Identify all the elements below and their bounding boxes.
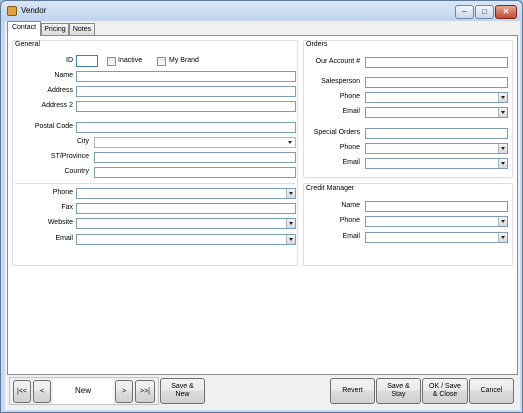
chevron-down-icon[interactable] bbox=[498, 217, 507, 226]
st-province-field[interactable] bbox=[94, 152, 296, 163]
orders-group-title: Orders bbox=[306, 41, 328, 48]
chevron-down-icon[interactable] bbox=[498, 159, 507, 168]
app-icon bbox=[7, 6, 17, 16]
credit-name-field[interactable] bbox=[365, 201, 508, 212]
special-phone-label: Phone bbox=[339, 144, 360, 151]
address-label: Address bbox=[47, 87, 73, 94]
first-record-button[interactable]: |<< bbox=[13, 380, 31, 403]
id-label: ID bbox=[66, 57, 73, 64]
general-divider bbox=[15, 183, 295, 184]
cancel-button[interactable]: Cancel bbox=[469, 378, 514, 404]
address-field[interactable] bbox=[76, 86, 296, 97]
st-province-label: ST/Province bbox=[50, 153, 89, 160]
chevron-down-icon[interactable] bbox=[498, 233, 507, 242]
chevron-down-icon[interactable] bbox=[498, 144, 507, 153]
my-brand-checkbox[interactable] bbox=[157, 57, 166, 66]
special-orders-field[interactable] bbox=[365, 128, 508, 139]
save-stay-button[interactable]: Save & Stay bbox=[376, 378, 421, 404]
tab-pricing[interactable]: Pricing bbox=[41, 23, 69, 35]
credit-email-label: Email bbox=[342, 233, 360, 240]
website-label: Website bbox=[47, 219, 73, 226]
salesperson-label: Salesperson bbox=[321, 78, 360, 85]
postal-code-label: Postal Code bbox=[34, 123, 73, 130]
special-email-combo[interactable] bbox=[365, 158, 508, 169]
address2-label: Address 2 bbox=[41, 102, 73, 109]
name-label: Name bbox=[54, 72, 73, 79]
window-client: Contact Pricing Notes General ID Inactiv… bbox=[5, 21, 520, 410]
chevron-down-icon[interactable] bbox=[286, 235, 295, 244]
city-combo[interactable] bbox=[94, 137, 296, 148]
address2-field[interactable] bbox=[76, 101, 296, 112]
our-account-field[interactable] bbox=[365, 57, 508, 68]
phone-combo[interactable] bbox=[76, 188, 296, 199]
special-orders-label: Special Orders bbox=[313, 129, 360, 136]
next-record-button[interactable]: > bbox=[115, 380, 133, 403]
country-field[interactable] bbox=[94, 167, 296, 178]
postal-code-field[interactable] bbox=[76, 122, 296, 133]
orders-group: Orders Our Account # Salesperson Phone E… bbox=[303, 40, 513, 178]
country-label: Country bbox=[64, 168, 89, 175]
maximize-button[interactable]: □ bbox=[475, 5, 494, 19]
our-account-label: Our Account # bbox=[315, 58, 360, 65]
inactive-checkbox[interactable] bbox=[107, 57, 116, 66]
last-record-button[interactable]: >>| bbox=[135, 380, 155, 403]
chevron-down-icon[interactable] bbox=[286, 189, 295, 198]
email-label: Email bbox=[55, 235, 73, 242]
general-group: General ID Inactive My Brand Name Addres… bbox=[12, 40, 298, 266]
window-title: Vendor bbox=[21, 6, 47, 15]
minimize-button[interactable]: – bbox=[455, 5, 474, 19]
email-combo[interactable] bbox=[76, 234, 296, 245]
phone-label: Phone bbox=[52, 189, 73, 196]
prev-record-button[interactable]: < bbox=[33, 380, 51, 403]
my-brand-label: My Brand bbox=[169, 57, 199, 64]
id-field[interactable] bbox=[76, 55, 98, 67]
record-navigator: |<< < New > >>| bbox=[9, 377, 159, 405]
city-label: City bbox=[76, 138, 89, 145]
tab-notes[interactable]: Notes bbox=[69, 23, 95, 35]
inactive-label: Inactive bbox=[118, 57, 143, 64]
title-bar[interactable]: Vendor – □ ✕ bbox=[1, 1, 522, 21]
contact-panel: General ID Inactive My Brand Name Addres… bbox=[7, 35, 518, 375]
orders-phone-combo[interactable] bbox=[365, 92, 508, 103]
credit-manager-group: Credit Manager Name Phone Email bbox=[303, 183, 513, 266]
save-new-button[interactable]: Save & New bbox=[160, 378, 205, 404]
general-group-title: General bbox=[15, 41, 40, 48]
credit-phone-combo[interactable] bbox=[365, 216, 508, 227]
special-phone-combo[interactable] bbox=[365, 143, 508, 154]
credit-manager-title: Credit Manager bbox=[306, 185, 355, 192]
credit-name-label: Name bbox=[341, 202, 360, 209]
chevron-down-icon[interactable] bbox=[498, 108, 507, 117]
orders-email-label: Email bbox=[342, 108, 360, 115]
chevron-down-icon[interactable] bbox=[498, 93, 507, 102]
tab-contact[interactable]: Contact bbox=[7, 21, 41, 36]
fax-field[interactable] bbox=[76, 203, 296, 214]
revert-button[interactable]: Revert bbox=[330, 378, 375, 404]
orders-phone-label: Phone bbox=[339, 93, 360, 100]
orders-email-combo[interactable] bbox=[365, 107, 508, 118]
credit-phone-label: Phone bbox=[339, 217, 360, 224]
salesperson-field[interactable] bbox=[365, 77, 508, 88]
ok-save-close-button[interactable]: OK / Save & Close bbox=[422, 378, 468, 404]
credit-email-combo[interactable] bbox=[365, 232, 508, 243]
vendor-window: Vendor – □ ✕ Contact Pricing Notes Gener… bbox=[0, 0, 523, 413]
chevron-down-icon[interactable] bbox=[286, 219, 295, 228]
special-email-label: Email bbox=[342, 159, 360, 166]
website-combo[interactable] bbox=[76, 218, 296, 229]
name-field[interactable] bbox=[76, 71, 296, 82]
record-position: New bbox=[53, 379, 113, 404]
chevron-down-icon[interactable] bbox=[286, 138, 295, 147]
fax-label: Fax bbox=[61, 204, 73, 211]
close-button[interactable]: ✕ bbox=[495, 5, 517, 19]
